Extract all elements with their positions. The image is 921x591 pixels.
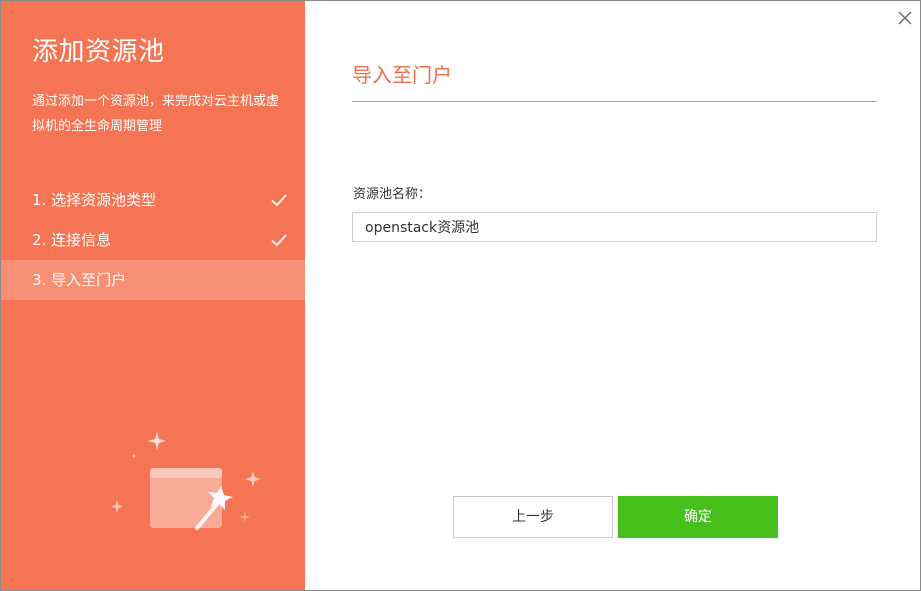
close-icon[interactable] [896,9,914,27]
pool-name-label: 资源池名称： [353,187,432,202]
magic-wand-window-icon [111,432,261,530]
pool-name-input[interactable] [352,212,877,242]
step-select-pool-type[interactable]: 1. 选择资源池类型 [1,180,305,220]
step-connection-info[interactable]: 2. 连接信息 [1,220,305,260]
step-import-to-portal[interactable]: 3. 导入至门户 [1,260,305,300]
step-label: 1. 选择资源池类型 [32,191,157,209]
previous-step-button[interactable]: 上一步 [453,496,613,538]
add-resource-pool-dialog: 添加资源池 通过添加一个资源池，来完成对云主机或虚拟机的全生命周期管理 1. 选… [0,0,921,591]
step-label: 3. 导入至门户 [32,271,127,289]
confirm-button[interactable]: 确定 [618,496,778,538]
check-icon [271,194,287,207]
step-label: 2. 连接信息 [32,231,112,249]
section-title: 导入至门户 [352,63,452,87]
wizard-sidebar: 添加资源池 通过添加一个资源池，来完成对云主机或虚拟机的全生命周期管理 1. 选… [1,1,305,590]
title-divider [352,101,877,102]
wizard-steps: 1. 选择资源池类型 2. 连接信息 3. 导入至门户 [1,180,305,300]
check-icon [271,234,287,247]
wizard-title: 添加资源池 [32,37,165,67]
wizard-description: 通过添加一个资源池，来完成对云主机或虚拟机的全生命周期管理 [32,94,280,134]
wizard-content: 导入至门户 资源池名称： 上一步 确定 [305,1,920,590]
